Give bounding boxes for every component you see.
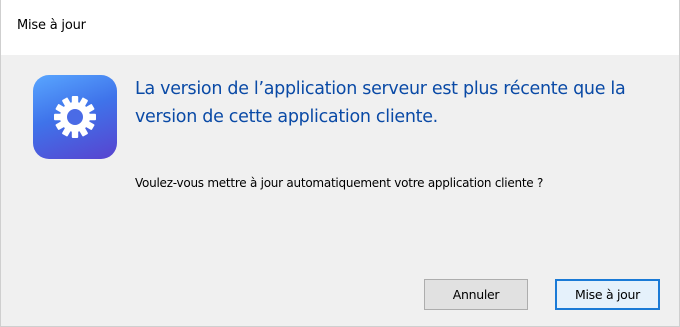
update-dialog-window: Mise à jour La version de l’application … (0, 0, 680, 327)
title-bar: Mise à jour (1, 0, 679, 55)
headline-message: La version de l’application serveur est … (135, 79, 626, 127)
gear-icon (33, 75, 117, 159)
cancel-button[interactable]: Annuler (424, 279, 528, 310)
gear-icon-graphic (54, 96, 96, 138)
update-button[interactable]: Mise à jour (555, 279, 660, 310)
window-title: Mise à jour (17, 18, 86, 33)
question-message: Voulez-vous mettre à jour automatiquemen… (135, 176, 544, 190)
